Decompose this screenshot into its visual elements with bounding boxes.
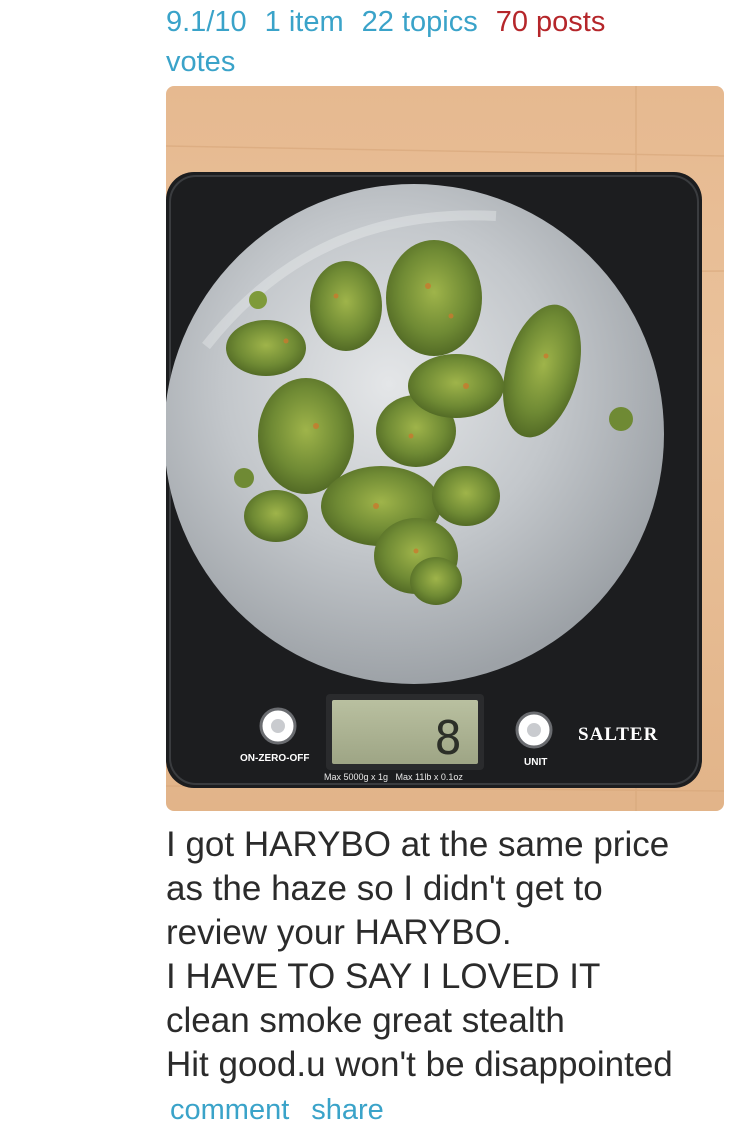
post-actions: comment share bbox=[170, 1094, 406, 1127]
review-line: I got HARYBO at the same price bbox=[166, 825, 670, 864]
scale-display-reading: 8 bbox=[434, 711, 462, 765]
review-line: clean smoke great stealth bbox=[166, 1001, 565, 1040]
rating-link[interactable]: 9.1/10 bbox=[166, 6, 247, 38]
review-text: I got HARYBO at the same price as the ha… bbox=[166, 823, 736, 1087]
power-label: ON-ZERO-OFF bbox=[240, 753, 309, 764]
topics-link[interactable]: 22 topics bbox=[362, 6, 478, 38]
review-line: review your HARYBO. bbox=[166, 913, 512, 952]
review-line: as the haze so I didn't get to bbox=[166, 869, 603, 908]
share-link[interactable]: share bbox=[311, 1094, 384, 1126]
posts-link[interactable]: 70 posts bbox=[496, 6, 606, 38]
post-photo[interactable]: 8 ON-ZERO-OFF UNIT SALTER Max 5000g x 1g… bbox=[166, 86, 724, 811]
unit-label: UNIT bbox=[524, 757, 547, 768]
comment-link[interactable]: comment bbox=[170, 1094, 289, 1126]
items-link[interactable]: 1 item bbox=[265, 6, 344, 38]
votes-link[interactable]: votes bbox=[166, 42, 708, 82]
review-line: Hit good.u won't be disappointed bbox=[166, 1045, 673, 1084]
post-page: 9.1/10 1 item 22 topics 70 posts votes 8… bbox=[0, 0, 750, 1129]
brand-logo: SALTER bbox=[578, 724, 658, 745]
review-line: I HAVE TO SAY I LOVED IT bbox=[166, 957, 601, 996]
capacity-label: Max 5000g x 1g Max 11lb x 0.1oz bbox=[324, 772, 463, 782]
scale-photo-illustration: 8 ON-ZERO-OFF UNIT SALTER Max 5000g x 1g… bbox=[166, 86, 724, 811]
post-stats: 9.1/10 1 item 22 topics 70 posts votes bbox=[166, 2, 726, 82]
